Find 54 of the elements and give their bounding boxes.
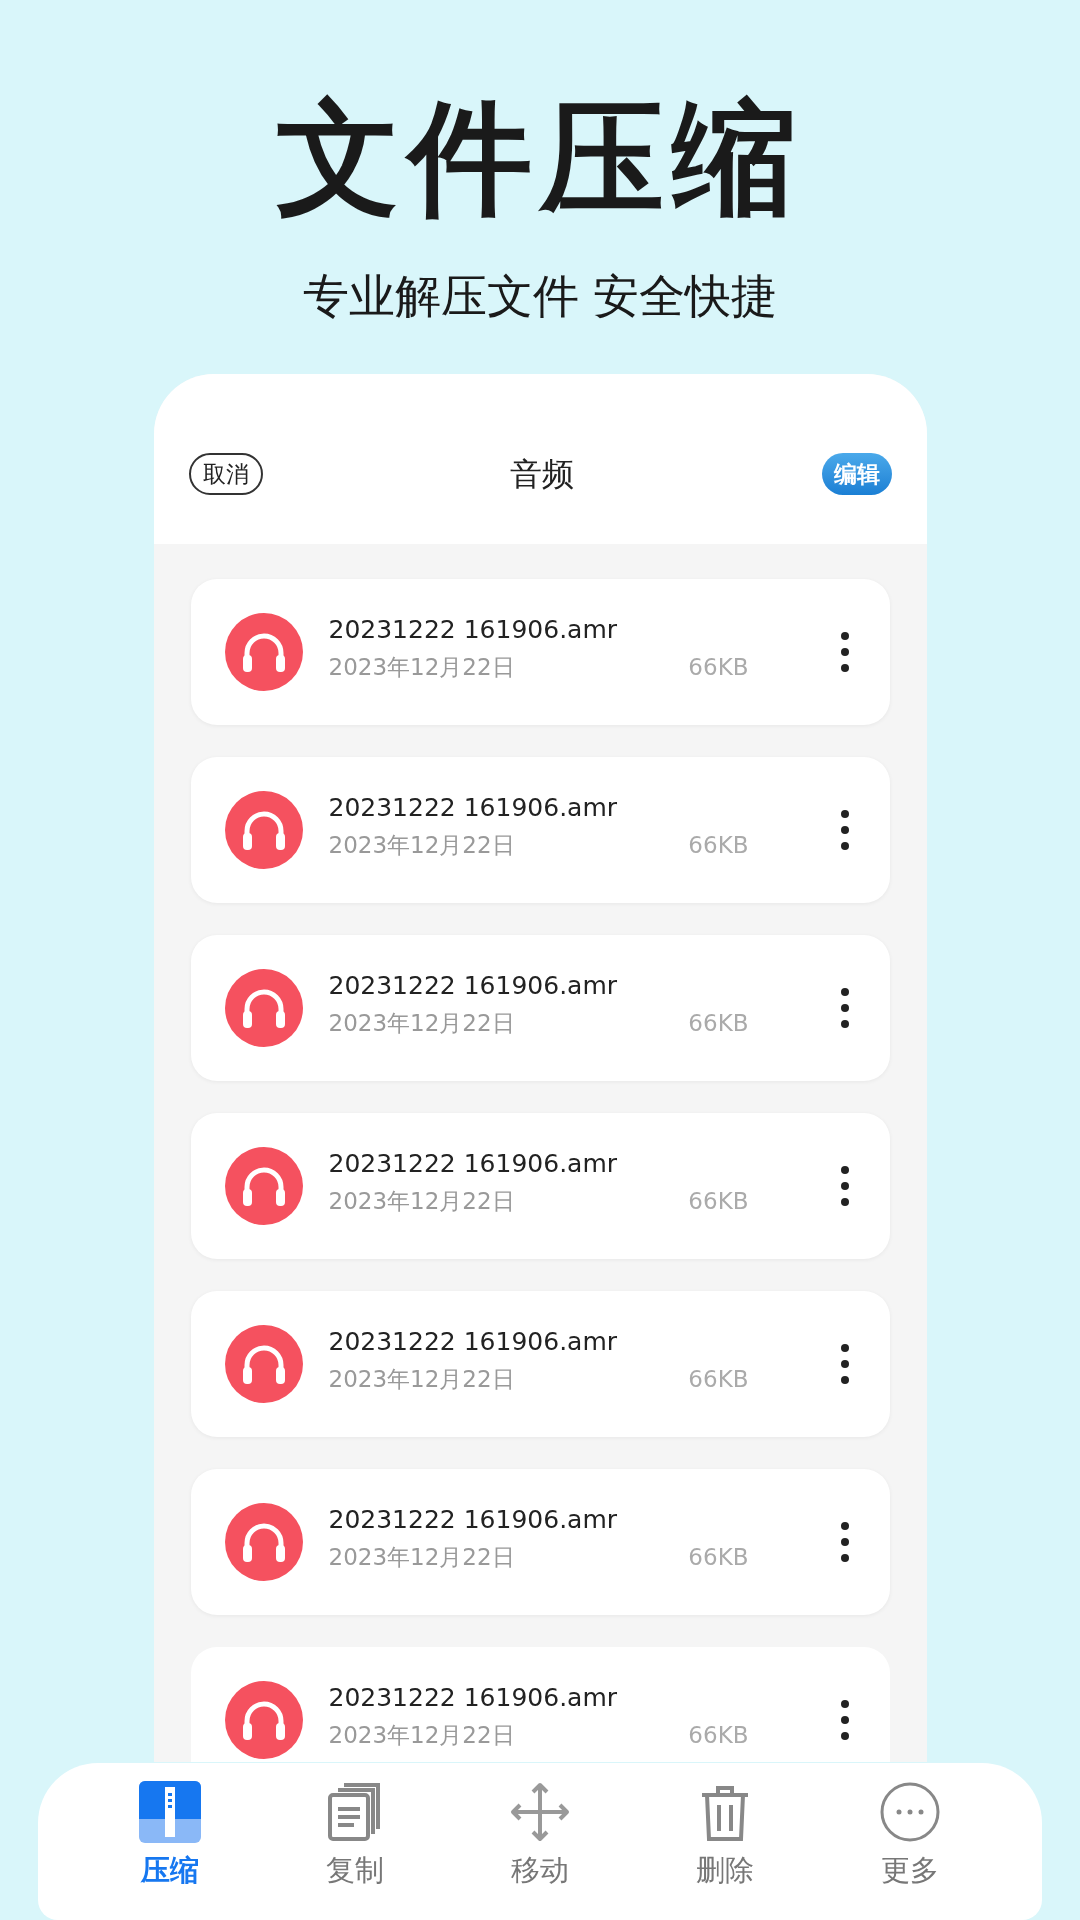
file-name: 20231222 161906.amr [328,792,619,824]
file-name: 20231222 161906.amr [328,1326,619,1358]
file-name: 20231222 161906.amr [328,1504,619,1536]
more-icon[interactable] [839,1699,850,1741]
zipper-file-icon [139,1781,202,1843]
file-name: 20231222 161906.amr [328,970,619,1002]
file-card[interactable]: 20231222 161906.amr 2023年12月22日 66KB [190,757,890,903]
file-size: 66KB [688,831,749,860]
toolbar-tab[interactable]: 移动 [509,1781,571,1893]
file-size: 66KB [688,1009,749,1038]
move-arrows-icon [509,1781,571,1843]
file-size: 66KB [688,653,749,682]
more-icon[interactable] [839,809,850,851]
headphones-icon [224,1325,303,1403]
file-date: 2023年12月22日 [328,653,515,682]
screen-title: 音频 [510,454,574,495]
file-card[interactable]: 20231222 161906.amr 2023年12月22日 66KB [190,1469,890,1615]
more-icon[interactable] [839,1521,850,1563]
headphones-icon [224,1147,303,1225]
file-date: 2023年12月22日 [328,1365,515,1394]
file-size: 66KB [688,1187,749,1216]
file-date: 2023年12月22日 [328,831,515,860]
file-card[interactable]: 20231222 161906.amr 2023年12月22日 66KB [190,1113,890,1259]
more-icon[interactable] [839,1343,850,1385]
file-name: 20231222 161906.amr [328,1148,619,1180]
toolbar-tab[interactable]: 压缩 [139,1781,202,1893]
more-icon[interactable] [839,1165,850,1207]
headline: 文件压缩 [276,88,804,228]
file-date: 2023年12月22日 [328,1187,515,1216]
toolbar-tab[interactable]: 删除 [693,1781,756,1893]
cancel-button[interactable]: 取消 [188,453,263,495]
file-size: 66KB [688,1543,749,1572]
headphones-icon [224,1681,303,1759]
toolbar-tab[interactable]: 复制 [324,1781,387,1893]
file-date: 2023年12月22日 [328,1721,515,1750]
file-card[interactable]: 20231222 161906.amr 2023年12月22日 66KB [190,935,890,1081]
headphones-icon [224,1503,303,1581]
file-name: 20231222 161906.amr [328,614,619,646]
tagline: 专业解压文件 安全快捷 [302,268,778,324]
file-name: 20231222 161906.amr [328,1682,619,1714]
more-icon[interactable] [839,987,850,1029]
headphones-icon [224,969,303,1047]
headphones-icon [224,791,303,869]
headphones-icon [224,613,303,691]
file-date: 2023年12月22日 [328,1009,515,1038]
file-size: 66KB [688,1721,749,1750]
more-icon [878,1781,941,1843]
toolbar-tab[interactable]: 更多 [878,1781,941,1893]
file-card[interactable]: 20231222 161906.amr 2023年12月22日 66KB [190,579,890,725]
file-size: 66KB [688,1365,749,1394]
file-date: 2023年12月22日 [328,1543,515,1572]
file-card[interactable]: 20231222 161906.amr 2023年12月22日 66KB [190,1291,890,1437]
more-icon[interactable] [839,631,850,673]
file-card[interactable]: 20231222 161906.amr 2023年12月22日 66KB [190,1647,890,1762]
